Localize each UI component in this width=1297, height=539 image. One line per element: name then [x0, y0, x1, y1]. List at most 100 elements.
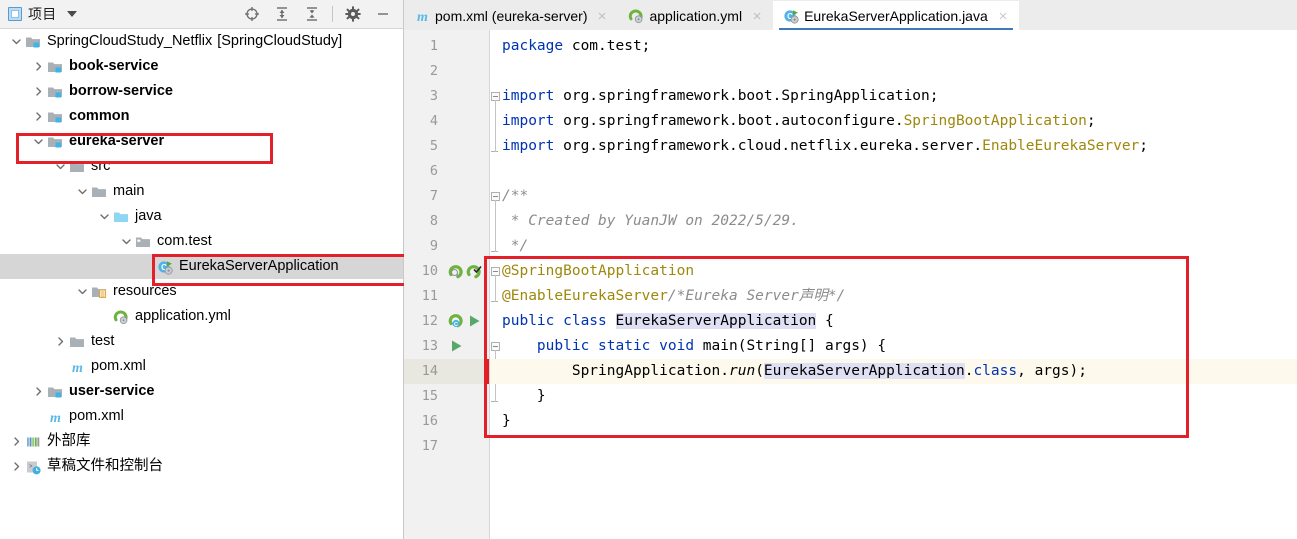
spring-boot-class-icon[interactable]: C	[448, 313, 465, 330]
editor-gutter[interactable]: 1 2 3 4 5 6 7 8 9 10 11 12 13 14 15 16 17 C	[404, 30, 490, 539]
chevron-right-icon[interactable]	[32, 110, 45, 123]
tree-item-label: eureka-server	[69, 133, 165, 150]
code-token: , args);	[1017, 363, 1087, 379]
tree-item-pom-module[interactable]: m pom.xml	[0, 354, 403, 379]
module-folder-icon	[47, 134, 64, 150]
chevron-down-icon[interactable]	[76, 285, 89, 298]
tree-item-label: borrow-service	[69, 83, 173, 100]
code-line: @SpringBootApplication	[490, 259, 1297, 284]
close-icon[interactable]	[596, 9, 609, 22]
chevron-right-icon[interactable]	[54, 335, 67, 348]
line-number: 13	[421, 338, 438, 354]
tree-item-test[interactable]: test	[0, 329, 403, 354]
code-token: package	[502, 38, 572, 54]
svg-text:m: m	[50, 411, 61, 425]
code-token: main	[702, 338, 738, 354]
code-token: class	[563, 313, 616, 329]
tree-item-module-suffix: [SpringCloudStudy]	[217, 33, 343, 50]
code-line: import org.springframework.boot.autoconf…	[490, 109, 1297, 134]
code-token: @SpringBootApplication	[502, 263, 695, 279]
editor-tabbar[interactable]: m pom.xml (eureka-server) application.yml C…	[404, 0, 1297, 31]
chevron-down-icon[interactable]	[76, 185, 89, 198]
tree-item-com-test[interactable]: com.test	[0, 229, 403, 254]
spring-bean-icon[interactable]	[448, 263, 465, 280]
line-number: 5	[429, 138, 438, 154]
tree-item-application-yml[interactable]: application.yml	[0, 304, 403, 329]
chevron-right-icon[interactable]	[10, 435, 23, 448]
spring-bean-check-icon[interactable]	[466, 263, 483, 280]
tree-item-user-service[interactable]: user-service	[0, 379, 403, 404]
run-icon[interactable]	[448, 338, 465, 355]
code-token: public	[502, 338, 599, 354]
chevron-right-icon[interactable]	[10, 460, 23, 473]
line-number: 6	[429, 163, 438, 179]
line-number: 14	[421, 363, 438, 379]
tree-item-pom-root[interactable]: m pom.xml	[0, 404, 403, 429]
tree-item-external-libraries[interactable]: 外部库	[0, 429, 403, 454]
folder-resources-icon	[91, 284, 108, 300]
tree-item-common[interactable]: common	[0, 104, 403, 129]
code-token: }	[502, 388, 546, 404]
tree-item-label: src	[91, 158, 111, 175]
expand-all-icon[interactable]	[272, 4, 292, 24]
chevron-down-icon[interactable]	[54, 160, 67, 173]
code-editor[interactable]: 1 2 3 4 5 6 7 8 9 10 11 12 13 14 15 16 17 C package com.t…	[404, 30, 1297, 539]
editor-tab-label: application.yml	[649, 7, 743, 24]
tree-item-borrow-service[interactable]: borrow-service	[0, 79, 403, 104]
editor-tab-label: pom.xml (eureka-server)	[435, 7, 588, 24]
code-content[interactable]: package com.test; import org.springframew…	[490, 30, 1297, 539]
tree-item-scratches[interactable]: >_ 草稿文件和控制台	[0, 454, 403, 479]
svg-text:C: C	[454, 322, 458, 328]
code-token: ;	[1139, 138, 1149, 154]
tree-item-root[interactable]: SpringCloudStudy_Netflix [SpringCloudStud…	[0, 29, 403, 54]
code-token: */	[502, 238, 529, 254]
chevron-right-icon[interactable]	[32, 60, 45, 73]
code-line: */	[490, 234, 1297, 259]
code-token: (String[] args) {	[737, 338, 887, 354]
chevron-down-icon[interactable]	[10, 35, 23, 48]
code-token: EnableEurekaServer	[982, 138, 1140, 154]
tree-item-EurekaServerApplication[interactable]: C EurekaServerApplication	[0, 254, 403, 279]
yml-spring-icon	[628, 8, 644, 23]
folder-gray-icon	[91, 184, 108, 200]
code-token: (	[755, 363, 764, 379]
code-line: }	[490, 409, 1297, 434]
line-number: 4	[429, 113, 438, 129]
tree-item-src[interactable]: src	[0, 154, 403, 179]
chevron-down-icon[interactable]	[120, 235, 133, 248]
editor-tab-yml[interactable]: application.yml	[618, 1, 773, 30]
editor-tab-pom[interactable]: m pom.xml (eureka-server)	[404, 1, 618, 30]
tree-item-eureka-server[interactable]: eureka-server	[0, 129, 403, 154]
gear-icon[interactable]	[343, 4, 363, 24]
project-tree[interactable]: SpringCloudStudy_Netflix [SpringCloudStud…	[0, 29, 403, 539]
code-token: /**	[502, 188, 529, 204]
tree-item-label: EurekaServerApplication	[179, 258, 339, 275]
code-line: SpringApplication.run(EurekaServerApplic…	[490, 359, 1297, 384]
chevron-down-icon[interactable]	[66, 11, 77, 17]
line-number: 12	[421, 313, 438, 329]
close-icon[interactable]	[751, 9, 764, 22]
project-panel-title: 项目	[28, 6, 57, 22]
code-token: void	[659, 338, 703, 354]
minimize-icon[interactable]	[373, 4, 393, 24]
code-token: /*Eureka Server声明*/	[667, 288, 846, 304]
project-title-group[interactable]: 项目	[0, 4, 77, 24]
chevron-down-icon[interactable]	[98, 210, 111, 223]
locate-icon[interactable]	[242, 4, 262, 24]
tree-item-label: java	[135, 208, 162, 225]
chevron-right-icon[interactable]	[32, 385, 45, 398]
tree-item-resources[interactable]: resources	[0, 279, 403, 304]
editor-tab-java[interactable]: C EurekaServerApplication.java	[773, 1, 1019, 31]
code-line: package com.test;	[490, 34, 1297, 59]
tree-item-java[interactable]: java	[0, 204, 403, 229]
code-token: import	[502, 113, 564, 129]
close-icon[interactable]	[997, 9, 1010, 22]
chevron-down-icon[interactable]	[32, 135, 45, 148]
collapse-all-icon[interactable]	[302, 4, 322, 24]
tree-item-main[interactable]: main	[0, 179, 403, 204]
run-icon[interactable]	[466, 313, 483, 330]
package-folder-icon	[135, 234, 152, 250]
tree-item-book-service[interactable]: book-service	[0, 54, 403, 79]
code-token: SpringBootApplication	[903, 113, 1087, 129]
chevron-right-icon[interactable]	[32, 85, 45, 98]
